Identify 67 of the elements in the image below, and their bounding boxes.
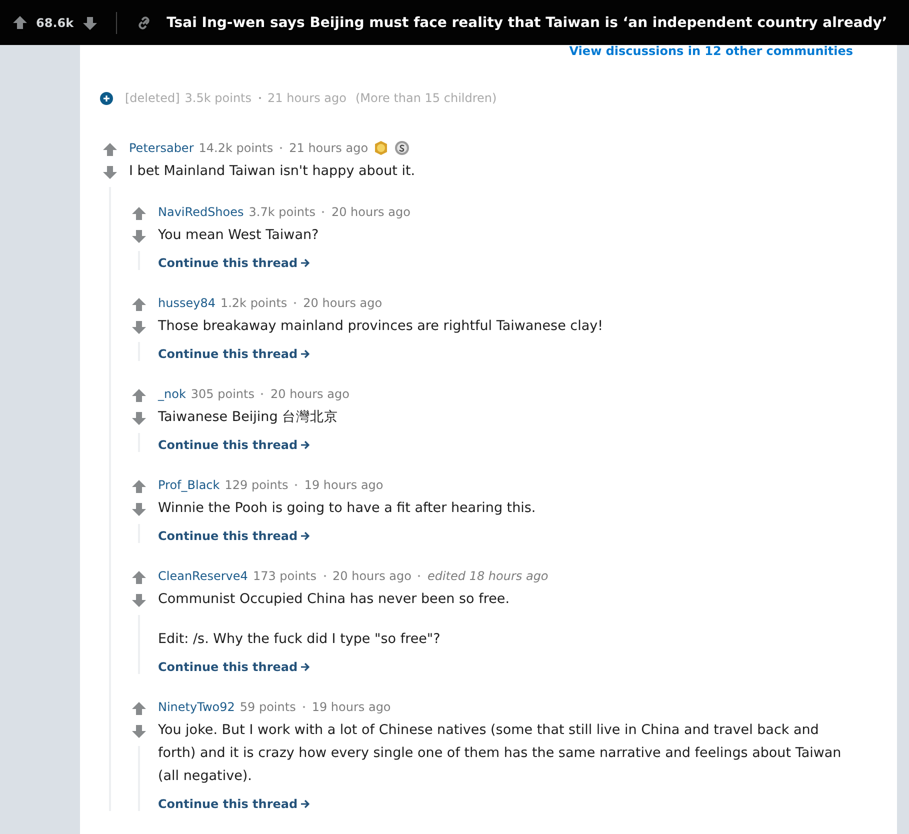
comment-body: You joke. But I work with a lot of Chinese natives (some that still live in China and travel back and forth) and it is crazy how every single one of them has the same narrative and feelings about Taiwan (all negative).	[158, 721, 842, 786]
comment-body: Taiwanese Beijing 台灣北京	[158, 408, 340, 427]
downvote-button[interactable]	[131, 228, 147, 244]
comment-points: 173 points	[252, 569, 317, 583]
upvote-button[interactable]	[102, 142, 118, 158]
comment-author[interactable]: Prof_Black	[158, 478, 220, 492]
continue-thread-link[interactable]: Continue this thread	[158, 347, 897, 361]
comment-time: 21 hours ago	[289, 141, 368, 155]
comment-author[interactable]: CleanReserve4	[158, 569, 248, 583]
comment-author[interactable]: Petersaber	[129, 141, 194, 155]
continue-thread-link[interactable]: Continue this thread	[158, 660, 897, 674]
other-discussions-link[interactable]: View discussions in 12 other communities	[569, 45, 853, 59]
continue-thread-link[interactable]: Continue this thread	[158, 438, 897, 452]
arrow-icon	[300, 799, 310, 809]
downvote-button[interactable]	[102, 164, 118, 180]
downvote-button[interactable]	[131, 410, 147, 426]
comment-body: Those breakaway mainland provinces are rightful Taiwanese clay!	[158, 317, 604, 336]
comment-body: Edit: /s. Why the fuck did I type "so free"?	[158, 630, 442, 649]
children-note: (More than 15 children)	[355, 91, 497, 105]
continue-thread-link[interactable]: Continue this thread	[158, 797, 897, 811]
downvote-button[interactable]	[82, 14, 98, 30]
comment-time: 20 hours ago	[303, 296, 382, 310]
upvote-button[interactable]	[131, 206, 147, 222]
upvote-button[interactable]	[131, 479, 147, 495]
comment-time: 20 hours ago	[332, 569, 412, 583]
downvote-button[interactable]	[131, 319, 147, 335]
upvote-button[interactable]	[131, 297, 147, 313]
downvote-button[interactable]	[131, 501, 147, 517]
arrow-icon	[300, 349, 310, 359]
arrow-icon	[300, 531, 310, 541]
downvote-button[interactable]	[131, 592, 147, 608]
comment-author[interactable]: NinetyTwo92	[158, 700, 235, 714]
upvote-button[interactable]	[131, 701, 147, 717]
upvote-button[interactable]	[131, 388, 147, 404]
continue-thread-link[interactable]: Continue this thread	[158, 529, 897, 543]
arrow-icon	[300, 662, 310, 672]
award-icon	[394, 140, 410, 156]
post-score: 68.6k	[36, 16, 74, 30]
upvote-button[interactable]	[131, 570, 147, 586]
comment-time: 20 hours ago	[270, 387, 350, 401]
expand-icon[interactable]	[100, 92, 113, 104]
comment-points: 305 points	[190, 387, 254, 401]
comment-author[interactable]: NaviRedShoes	[158, 205, 244, 219]
comment-time: 19 hours ago	[312, 700, 391, 714]
downvote-button[interactable]	[131, 723, 147, 739]
comment-time: 20 hours ago	[331, 205, 410, 219]
edited-note: edited 18 hours ago	[427, 569, 548, 583]
comment-time: 21 hours ago	[268, 91, 346, 105]
arrow-icon	[300, 440, 310, 450]
comment-points: 3.7k points	[248, 205, 316, 219]
comment-body: Winnie the Pooh is going to have a fit after hearing this.	[158, 499, 537, 518]
upvote-button[interactable]	[12, 14, 28, 30]
comment-points: 59 points	[240, 700, 296, 714]
comment-points: 1.2k points	[220, 296, 288, 310]
comment-time: 19 hours ago	[304, 478, 384, 492]
comment-author[interactable]: _nok	[158, 387, 186, 401]
comment-points: 129 points	[224, 478, 288, 492]
comment-author[interactable]: hussey84	[158, 296, 216, 310]
arrow-icon	[300, 258, 310, 268]
comment-body: Communist Occupied China has never been so free.	[158, 590, 511, 609]
award-icon	[373, 140, 390, 156]
comment-body: You mean West Taiwan?	[158, 226, 320, 245]
comment-points: 3.5k points	[184, 91, 252, 105]
comment-body: I bet Mainland Taiwan isn't happy about it.	[129, 162, 416, 181]
continue-thread-link[interactable]: Continue this thread	[158, 256, 897, 270]
post-title[interactable]: Tsai Ing-wen says Beijing must face reality that Taiwan is ‘an independent country already’	[166, 14, 888, 30]
comment-points: 14.2k points	[198, 141, 274, 155]
